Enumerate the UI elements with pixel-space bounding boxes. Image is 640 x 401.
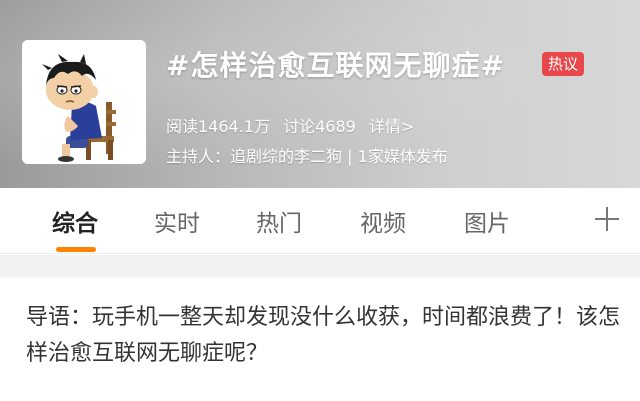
- hot-badge: 热议: [542, 52, 585, 76]
- details-link[interactable]: 详情>: [369, 117, 414, 136]
- topic-host: 主持人：追剧综的李二狗 | 1家媒体发布: [166, 147, 448, 166]
- topic-stats: 阅读1464.1万 讨论4689 详情>: [166, 113, 414, 137]
- topic-avatar[interactable]: [22, 40, 146, 164]
- active-tab-indicator: [56, 247, 96, 252]
- tab-comprehensive[interactable]: 综合: [52, 204, 98, 238]
- topic-title: #怎样治愈互联网无聊症#: [166, 49, 505, 82]
- read-count: 阅读1464.1万: [166, 117, 270, 136]
- tab-video[interactable]: 视频: [360, 204, 406, 238]
- cartoon-boy-image: [22, 40, 146, 164]
- discussion-count: 讨论4689: [283, 117, 356, 136]
- tab-realtime[interactable]: 实时: [154, 204, 200, 238]
- section-divider: [0, 255, 640, 277]
- tab-hot[interactable]: 热门: [256, 204, 302, 238]
- tab-bar: 综合 实时 热门 视频 图片: [0, 188, 640, 254]
- tab-pictures[interactable]: 图片: [464, 204, 510, 238]
- intro-text: 导语：玩手机一整天却发现没什么收获，时间都浪费了！该怎样治愈互联网无聊症呢？: [26, 305, 621, 366]
- plus-icon[interactable]: [594, 206, 620, 232]
